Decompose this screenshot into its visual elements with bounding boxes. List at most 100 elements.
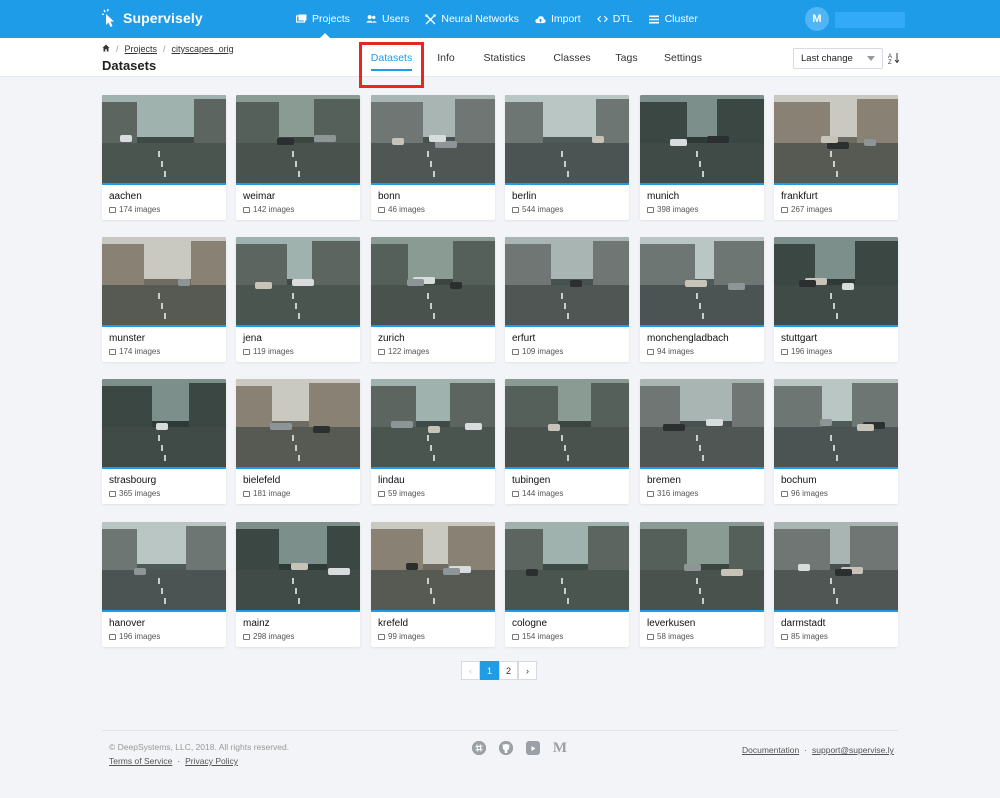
dataset-card-lindau[interactable]: lindau 59 images [371, 379, 495, 504]
dataset-thumbnail[interactable] [371, 379, 495, 467]
dataset-card-munich[interactable]: munich 398 images [640, 95, 764, 220]
dataset-card-tubingen[interactable]: tubingen 144 images [505, 379, 629, 504]
user-avatar[interactable]: M [805, 7, 829, 31]
dataset-name[interactable]: jena [243, 333, 262, 344]
user-menu[interactable] [835, 12, 905, 28]
dataset-name[interactable]: tubingen [512, 475, 550, 486]
nav-item-cluster[interactable]: Cluster [649, 0, 714, 38]
dataset-card-stuttgart[interactable]: stuttgart 196 images [774, 237, 898, 362]
breadcrumb-projects-link[interactable]: Projects [125, 44, 158, 54]
youtube-icon[interactable] [526, 741, 540, 755]
dataset-thumbnail[interactable] [640, 522, 764, 610]
dataset-name[interactable]: stuttgart [781, 333, 817, 344]
support-email-link[interactable]: support@supervise.ly [812, 745, 894, 755]
dataset-name[interactable]: weimar [243, 191, 275, 202]
breadcrumb-project-link[interactable]: cityscapes_orig [172, 44, 234, 54]
dataset-card-zurich[interactable]: zurich 122 images [371, 237, 495, 362]
dataset-name[interactable]: bielefeld [243, 475, 280, 486]
dataset-name[interactable]: bremen [647, 475, 681, 486]
dataset-name[interactable]: lindau [378, 475, 405, 486]
dataset-card-hanover[interactable]: hanover 196 images [102, 522, 226, 647]
dataset-thumbnail[interactable] [371, 237, 495, 325]
nav-item-neural-networks[interactable]: Neural Networks [425, 0, 535, 38]
dataset-thumbnail[interactable] [371, 522, 495, 610]
sort-select[interactable]: Last change [793, 48, 883, 69]
home-icon[interactable] [102, 44, 110, 54]
dataset-name[interactable]: erfurt [512, 333, 535, 344]
dataset-card-krefeld[interactable]: krefeld 99 images [371, 522, 495, 647]
dataset-card-munster[interactable]: munster 174 images [102, 237, 226, 362]
brand-logo[interactable]: Supervisely [101, 8, 203, 28]
nav-item-import[interactable]: Import [535, 0, 597, 38]
terms-link[interactable]: Terms of Service [109, 756, 172, 766]
dataset-card-leverkusen[interactable]: leverkusen 58 images [640, 522, 764, 647]
dataset-card-berlin[interactable]: berlin 544 images [505, 95, 629, 220]
nav-item-users[interactable]: Users [365, 0, 425, 38]
dataset-name[interactable]: bochum [781, 475, 817, 486]
documentation-link[interactable]: Documentation [742, 745, 799, 755]
dataset-name[interactable]: krefeld [378, 618, 408, 629]
dataset-card-strasbourg[interactable]: strasbourg 365 images [102, 379, 226, 504]
privacy-link[interactable]: Privacy Policy [185, 756, 238, 766]
dataset-card-bonn[interactable]: bonn 46 images [371, 95, 495, 220]
dataset-thumbnail[interactable] [102, 95, 226, 183]
dataset-thumbnail[interactable] [102, 379, 226, 467]
dataset-name[interactable]: munster [109, 333, 145, 344]
page-button-1[interactable]: 1 [480, 661, 499, 680]
dataset-name[interactable]: aachen [109, 191, 142, 202]
dataset-thumbnail[interactable] [236, 379, 360, 467]
dataset-thumbnail[interactable] [505, 522, 629, 610]
dataset-thumbnail[interactable] [774, 237, 898, 325]
dataset-card-mainz[interactable]: mainz 298 images [236, 522, 360, 647]
medium-icon[interactable]: M [553, 740, 567, 756]
dataset-card-monchengladbach[interactable]: monchengladbach 94 images [640, 237, 764, 362]
sort-order-icon[interactable]: A Z [888, 52, 900, 66]
tab-tags[interactable]: Tags [603, 38, 650, 77]
dataset-thumbnail[interactable] [774, 522, 898, 610]
dataset-card-bochum[interactable]: bochum 96 images [774, 379, 898, 504]
dataset-name[interactable]: hanover [109, 618, 145, 629]
dataset-name[interactable]: zurich [378, 333, 405, 344]
prev-page-button[interactable]: ‹ [461, 661, 480, 680]
dataset-name[interactable]: berlin [512, 191, 536, 202]
dataset-thumbnail[interactable] [102, 522, 226, 610]
dataset-thumbnail[interactable] [102, 237, 226, 325]
dataset-name[interactable]: monchengladbach [647, 333, 729, 344]
dataset-name[interactable]: munich [647, 191, 679, 202]
nav-item-dtl[interactable]: DTL [596, 0, 649, 38]
dataset-thumbnail[interactable] [236, 237, 360, 325]
dataset-card-cologne[interactable]: cologne 154 images [505, 522, 629, 647]
dataset-card-darmstadt[interactable]: darmstadt 85 images [774, 522, 898, 647]
dataset-card-bielefeld[interactable]: bielefeld 181 image [236, 379, 360, 504]
tab-info[interactable]: Info [424, 38, 468, 77]
dataset-name[interactable]: strasbourg [109, 475, 156, 486]
dataset-card-weimar[interactable]: weimar 142 images [236, 95, 360, 220]
next-page-button[interactable]: › [518, 661, 537, 680]
dataset-thumbnail[interactable] [236, 522, 360, 610]
tab-classes[interactable]: Classes [541, 38, 603, 77]
dataset-thumbnail[interactable] [640, 95, 764, 183]
github-icon[interactable] [499, 741, 513, 755]
dataset-card-frankfurt[interactable]: frankfurt 267 images [774, 95, 898, 220]
page-button-2[interactable]: 2 [499, 661, 518, 680]
dataset-card-aachen[interactable]: aachen 174 images [102, 95, 226, 220]
slack-icon[interactable] [472, 741, 486, 755]
dataset-card-bremen[interactable]: bremen 316 images [640, 379, 764, 504]
tab-statistics[interactable]: Statistics [468, 38, 541, 77]
dataset-thumbnail[interactable] [505, 95, 629, 183]
dataset-name[interactable]: mainz [243, 618, 270, 629]
dataset-thumbnail[interactable] [505, 237, 629, 325]
dataset-thumbnail[interactable] [236, 95, 360, 183]
dataset-name[interactable]: bonn [378, 191, 400, 202]
tab-settings[interactable]: Settings [650, 38, 716, 77]
dataset-name[interactable]: leverkusen [647, 618, 695, 629]
dataset-thumbnail[interactable] [505, 379, 629, 467]
dataset-name[interactable]: frankfurt [781, 191, 818, 202]
dataset-thumbnail[interactable] [640, 379, 764, 467]
dataset-thumbnail[interactable] [774, 379, 898, 467]
dataset-card-erfurt[interactable]: erfurt 109 images [505, 237, 629, 362]
dataset-thumbnail[interactable] [640, 237, 764, 325]
nav-item-projects[interactable]: Projects [296, 0, 366, 38]
dataset-name[interactable]: darmstadt [781, 618, 825, 629]
dataset-card-jena[interactable]: jena 119 images [236, 237, 360, 362]
